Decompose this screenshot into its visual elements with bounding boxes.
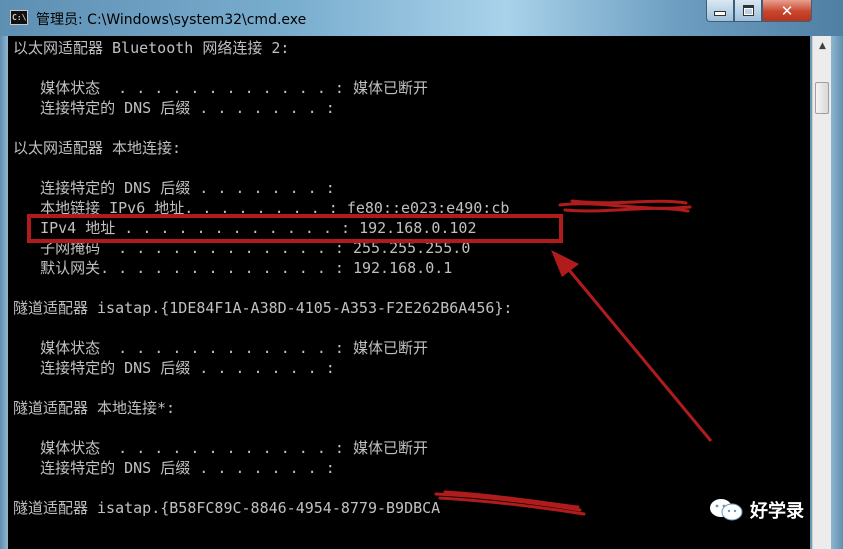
console-line: 连接特定的 DNS 后缀 . . . . . . . :	[13, 179, 335, 197]
console-line: 连接特定的 DNS 后缀 . . . . . . . :	[13, 359, 335, 377]
maximize-button[interactable]	[734, 0, 762, 22]
console-line: IPv4 地址 . . . . . . . . . . . . : 192.16…	[13, 219, 477, 237]
close-button[interactable]: ✕	[762, 0, 812, 22]
console-line: 本地链接 IPv6 地址. . . . . . . . : fe80::e023…	[13, 199, 510, 217]
watermark-text: 好学录	[750, 501, 804, 522]
cmd-window: C:\ 管理员: C:\Windows\system32\cmd.exe ✕ 以…	[0, 0, 843, 549]
console-line: 隧道适配器 isatap.{1DE84F1A-A38D-4105-A353-F2…	[13, 299, 513, 317]
maximize-icon	[742, 5, 754, 16]
scrollbar-thumb[interactable]	[815, 82, 829, 114]
title-bar[interactable]: C:\ 管理员: C:\Windows\system32\cmd.exe ✕	[0, 0, 843, 36]
minimize-icon	[714, 11, 726, 16]
console-output[interactable]: 以太网适配器 Bluetooth 网络连接 2: 媒体状态 . . . . . …	[8, 36, 810, 549]
watermark: 好学录	[708, 497, 804, 523]
console-line: 子网掩码 . . . . . . . . . . . . : 255.255.2…	[13, 239, 471, 257]
console-line: 媒体状态 . . . . . . . . . . . . : 媒体已断开	[13, 339, 428, 357]
console-line: 默认网关. . . . . . . . . . . . . : 192.168.…	[13, 259, 453, 277]
console-line: 以太网适配器 Bluetooth 网络连接 2:	[13, 39, 290, 57]
close-icon: ✕	[780, 1, 794, 20]
vertical-scrollbar[interactable]: ▲	[812, 36, 832, 549]
window-frame-right	[831, 36, 843, 549]
console-line: 隧道适配器 本地连接*:	[13, 399, 176, 417]
scroll-up-arrow-icon[interactable]: ▲	[813, 36, 832, 56]
console-line: 隧道适配器 isatap.{B58FC89C-8846-4954-8779-B9…	[13, 499, 441, 517]
window-title: 管理员: C:\Windows\system32\cmd.exe	[36, 12, 307, 28]
console-line: 以太网适配器 本地连接:	[13, 139, 182, 157]
window-frame-left	[0, 36, 8, 549]
console-line: 媒体状态 . . . . . . . . . . . . : 媒体已断开	[13, 79, 428, 97]
wechat-icon	[710, 499, 743, 521]
console-line: 连接特定的 DNS 后缀 . . . . . . . :	[13, 99, 335, 117]
console-line: 媒体状态 . . . . . . . . . . . . : 媒体已断开	[13, 439, 428, 457]
console-line: 连接特定的 DNS 后缀 . . . . . . . :	[13, 459, 335, 477]
minimize-button[interactable]	[706, 0, 734, 22]
cmd-app-icon[interactable]: C:\	[10, 10, 28, 25]
